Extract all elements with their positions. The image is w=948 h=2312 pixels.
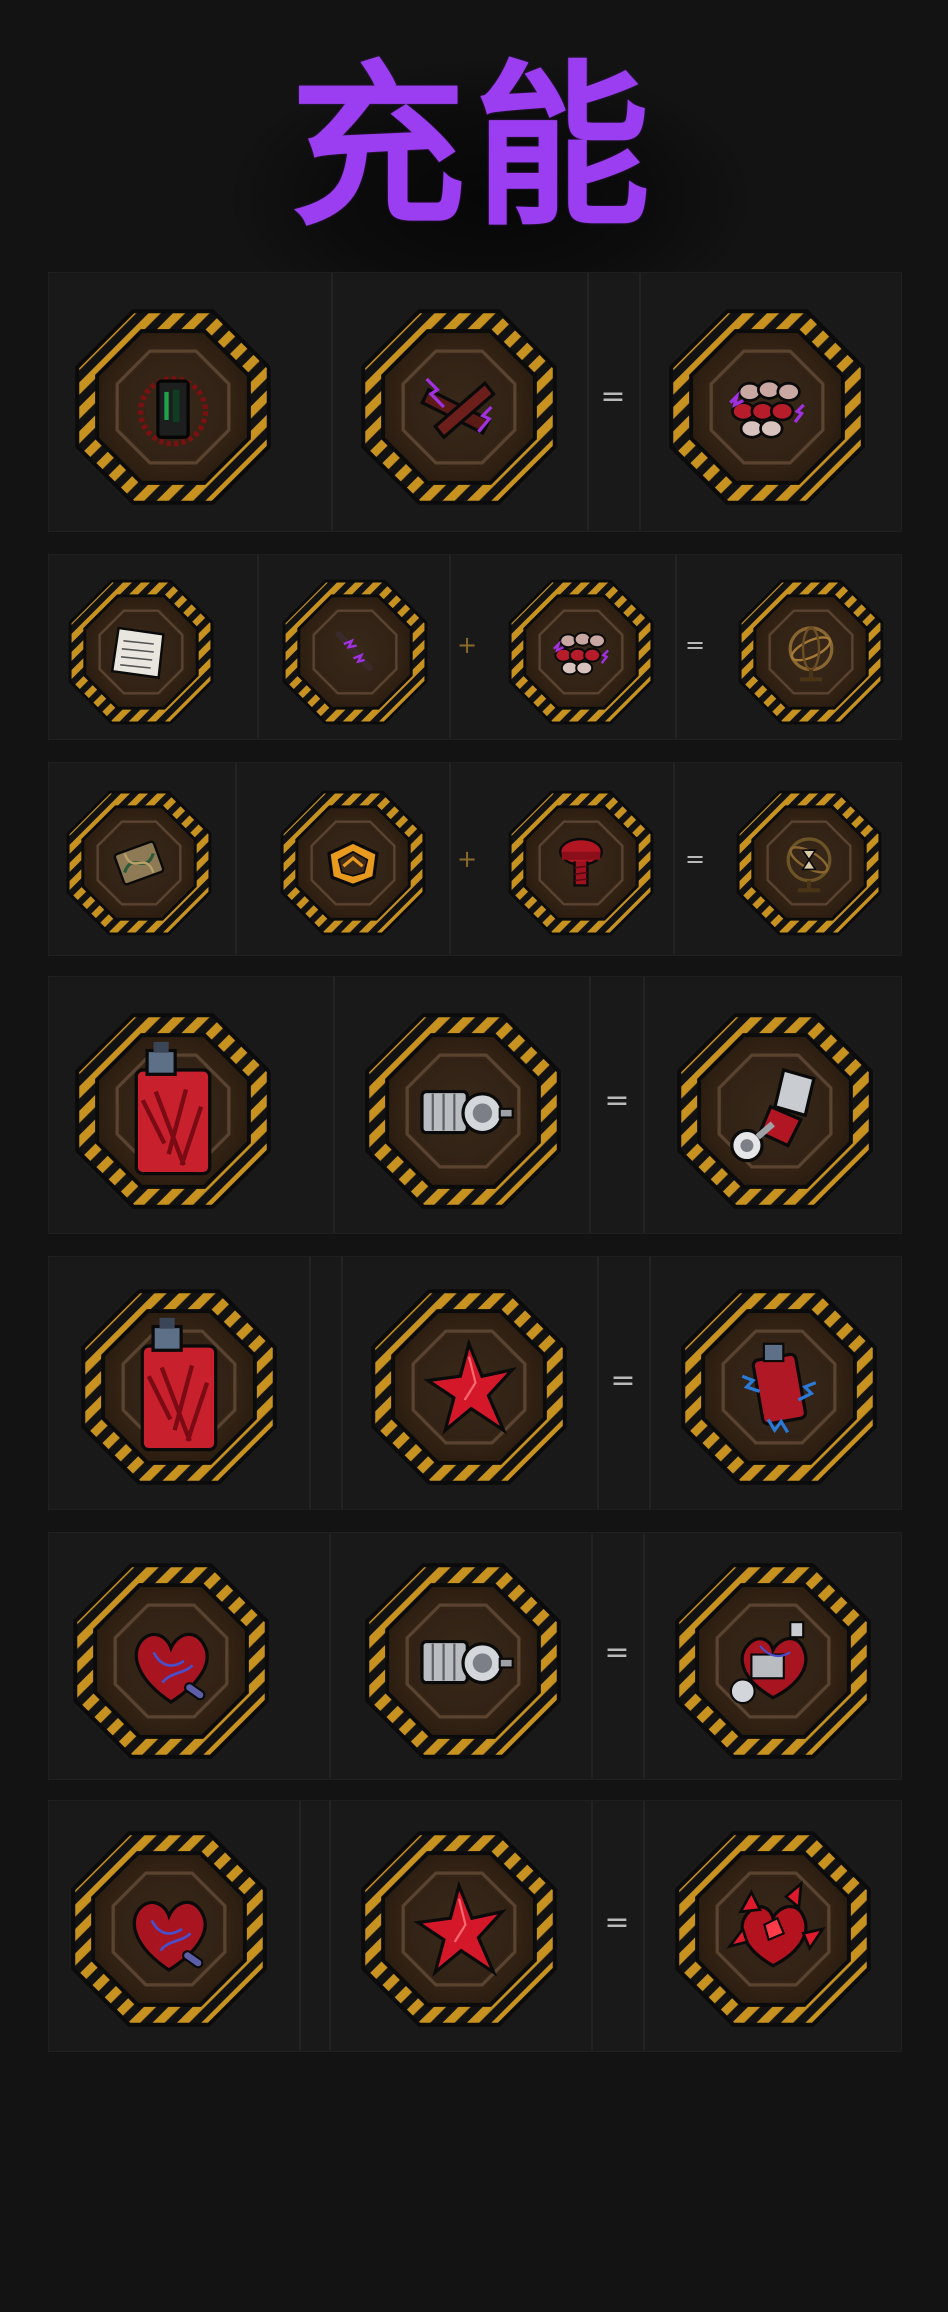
row-divider xyxy=(587,273,589,531)
row-divider xyxy=(333,977,335,1233)
row-divider xyxy=(673,763,675,955)
page-title: 充能 xyxy=(289,45,658,250)
ingredient-slot[interactable] xyxy=(65,1003,281,1219)
row-divider xyxy=(649,1257,651,1509)
row-divider xyxy=(643,1801,645,2051)
ingredient-slot[interactable] xyxy=(501,572,661,732)
row-divider xyxy=(591,1533,593,1779)
hazard-frame xyxy=(371,1289,567,1485)
row-divider xyxy=(329,1533,331,1779)
result-slot[interactable] xyxy=(667,1003,883,1219)
plus-sign: + xyxy=(456,845,478,873)
catalyst-slot[interactable] xyxy=(59,783,219,943)
hazard-frame xyxy=(365,1013,561,1209)
ingredient-slot[interactable] xyxy=(355,1553,571,1769)
row-divider xyxy=(235,763,237,955)
hazard-frame xyxy=(677,1013,873,1209)
result-slot[interactable] xyxy=(671,1279,887,1495)
hazard-frame xyxy=(280,790,426,936)
hazard-frame xyxy=(81,1289,277,1485)
hazard-frame xyxy=(361,1831,557,2027)
equals-sign: = xyxy=(684,631,706,659)
hazard-frame xyxy=(669,309,865,505)
result-slot[interactable] xyxy=(659,299,875,515)
recipe-row-6: = xyxy=(48,1532,902,1780)
row-divider xyxy=(299,1801,301,2051)
row-divider xyxy=(591,1801,593,2051)
hazard-frame xyxy=(68,579,214,725)
plus-sign: + xyxy=(456,631,478,659)
row-divider xyxy=(257,555,259,739)
ingredient-slot[interactable] xyxy=(71,1279,287,1495)
ingredient-slot[interactable] xyxy=(63,1553,279,1769)
recipe-row-5: = xyxy=(48,1256,902,1510)
ingredient-slot[interactable] xyxy=(65,299,281,515)
row-divider xyxy=(341,1257,343,1509)
equals-sign: = xyxy=(604,1905,630,1940)
ingredient-slot[interactable] xyxy=(355,1003,571,1219)
row-divider xyxy=(643,977,645,1233)
hazard-frame xyxy=(365,1563,561,1759)
catalyst-slot[interactable] xyxy=(61,572,221,732)
recipe-row-4: = xyxy=(48,976,902,1234)
ingredient-slot[interactable] xyxy=(351,299,567,515)
equals-sign: = xyxy=(604,1083,630,1118)
hazard-frame xyxy=(675,1831,871,2027)
hazard-frame xyxy=(73,1563,269,1759)
recipe-row-2: + = xyxy=(48,554,902,740)
row-divider xyxy=(643,1533,645,1779)
orange-badge-icon xyxy=(327,840,379,888)
hazard-frame xyxy=(282,579,428,725)
row-divider xyxy=(309,1257,311,1509)
equals-sign: = xyxy=(604,1635,630,1670)
hazard-frame xyxy=(361,309,557,505)
hazard-frame xyxy=(75,1013,271,1209)
recipe-row-7: = xyxy=(48,1800,902,2052)
newspaper-icon xyxy=(110,626,165,679)
recipe-row-1: = xyxy=(48,272,902,532)
hazard-frame xyxy=(66,790,212,936)
ingredient-slot[interactable] xyxy=(61,1821,277,2037)
row-divider xyxy=(449,555,451,739)
hazard-frame xyxy=(71,1831,267,2027)
recipe-row-3: + = xyxy=(48,762,902,956)
row-divider xyxy=(675,555,677,739)
ingredient-slot[interactable] xyxy=(273,783,433,943)
result-slot[interactable] xyxy=(665,1821,881,2037)
ingredient-slot[interactable] xyxy=(361,1279,577,1495)
hazard-frame xyxy=(736,790,882,936)
row-divider xyxy=(331,273,333,531)
row-divider xyxy=(589,977,591,1233)
ingredient-slot[interactable] xyxy=(275,572,435,732)
equals-sign: = xyxy=(610,1363,636,1398)
equals-sign: = xyxy=(684,845,706,873)
hazard-frame xyxy=(508,579,654,725)
result-slot[interactable] xyxy=(665,1553,881,1769)
ingredient-slot[interactable] xyxy=(501,783,661,943)
result-slot[interactable] xyxy=(731,572,891,732)
row-divider xyxy=(597,1257,599,1509)
hazard-frame xyxy=(738,579,884,725)
hazard-frame xyxy=(675,1563,871,1759)
hazard-frame xyxy=(75,309,271,505)
result-slot[interactable] xyxy=(729,783,889,943)
equals-sign: = xyxy=(600,379,626,414)
row-divider xyxy=(639,273,641,531)
ingredient-slot[interactable] xyxy=(351,1821,567,2037)
hazard-frame xyxy=(681,1289,877,1485)
row-divider xyxy=(449,763,451,955)
row-divider xyxy=(329,1801,331,2051)
hazard-frame xyxy=(508,790,654,936)
